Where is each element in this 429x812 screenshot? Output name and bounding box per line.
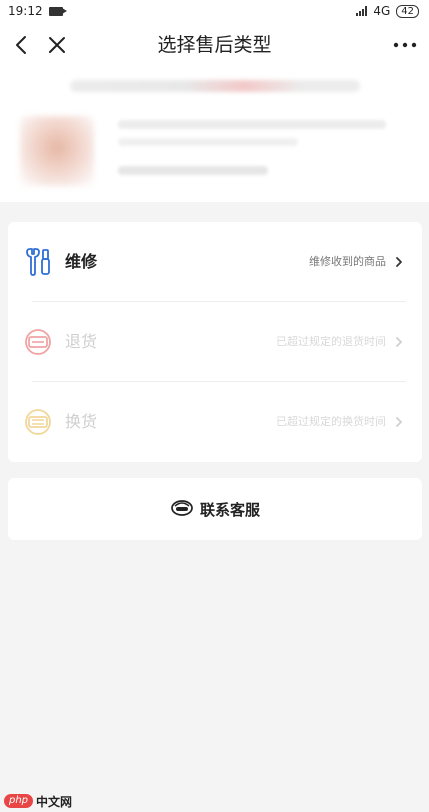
close-icon <box>49 37 65 53</box>
option-label: 退货 <box>65 332 98 351</box>
option-description: 已超过规定的退货时间 <box>276 335 386 348</box>
contact-label: 联系客服 <box>199 500 260 519</box>
option-exchange: 换货 已超过规定的换货时间 <box>8 382 422 462</box>
camera-icon <box>48 6 67 16</box>
option-description: 已超过规定的换货时间 <box>276 415 386 428</box>
back-button[interactable] <box>12 33 32 57</box>
product-title-blurred <box>118 120 386 129</box>
watermark-logo: php <box>4 794 34 808</box>
product-notice-blurred <box>70 80 360 92</box>
chevron-left-icon <box>16 36 26 54</box>
repair-icon <box>24 248 54 276</box>
watermark-text: 中文网 <box>36 794 73 809</box>
chevron-right-icon <box>394 253 404 271</box>
product-thumbnail <box>20 116 94 186</box>
product-summary <box>0 68 429 202</box>
product-spec-blurred <box>118 138 298 146</box>
close-button[interactable] <box>46 33 68 57</box>
signal-icon <box>356 6 368 16</box>
option-description: 维修收到的商品 <box>309 255 386 268</box>
status-bar: 19:12 4G 42 <box>0 0 429 22</box>
nav-bar: 选择售后类型 <box>0 22 429 68</box>
option-label: 换货 <box>65 412 98 431</box>
status-right: 4G 42 <box>356 4 419 18</box>
service-type-list: 维修 维修收到的商品 退货 已超过规定的退货时间 换货 已超过规定的换货时间 <box>8 222 422 462</box>
return-icon <box>24 328 54 356</box>
network-type: 4G <box>373 4 391 18</box>
more-button[interactable] <box>391 33 419 57</box>
chevron-right-icon <box>394 333 404 351</box>
option-return: 退货 已超过规定的退货时间 <box>8 302 422 382</box>
status-left: 19:12 <box>8 4 67 18</box>
option-repair[interactable]: 维修 维修收到的商品 <box>8 222 422 302</box>
contact-service-button[interactable]: 联系客服 <box>8 478 422 540</box>
more-icon <box>393 42 417 48</box>
option-label: 维修 <box>65 252 98 271</box>
status-time: 19:12 <box>8 4 43 18</box>
customer-service-icon <box>170 497 194 521</box>
product-price-blurred <box>118 166 268 175</box>
battery-indicator: 42 <box>396 4 419 18</box>
watermark: php 中文网 <box>4 792 72 810</box>
exchange-icon <box>24 408 54 436</box>
chevron-right-icon <box>394 413 404 431</box>
